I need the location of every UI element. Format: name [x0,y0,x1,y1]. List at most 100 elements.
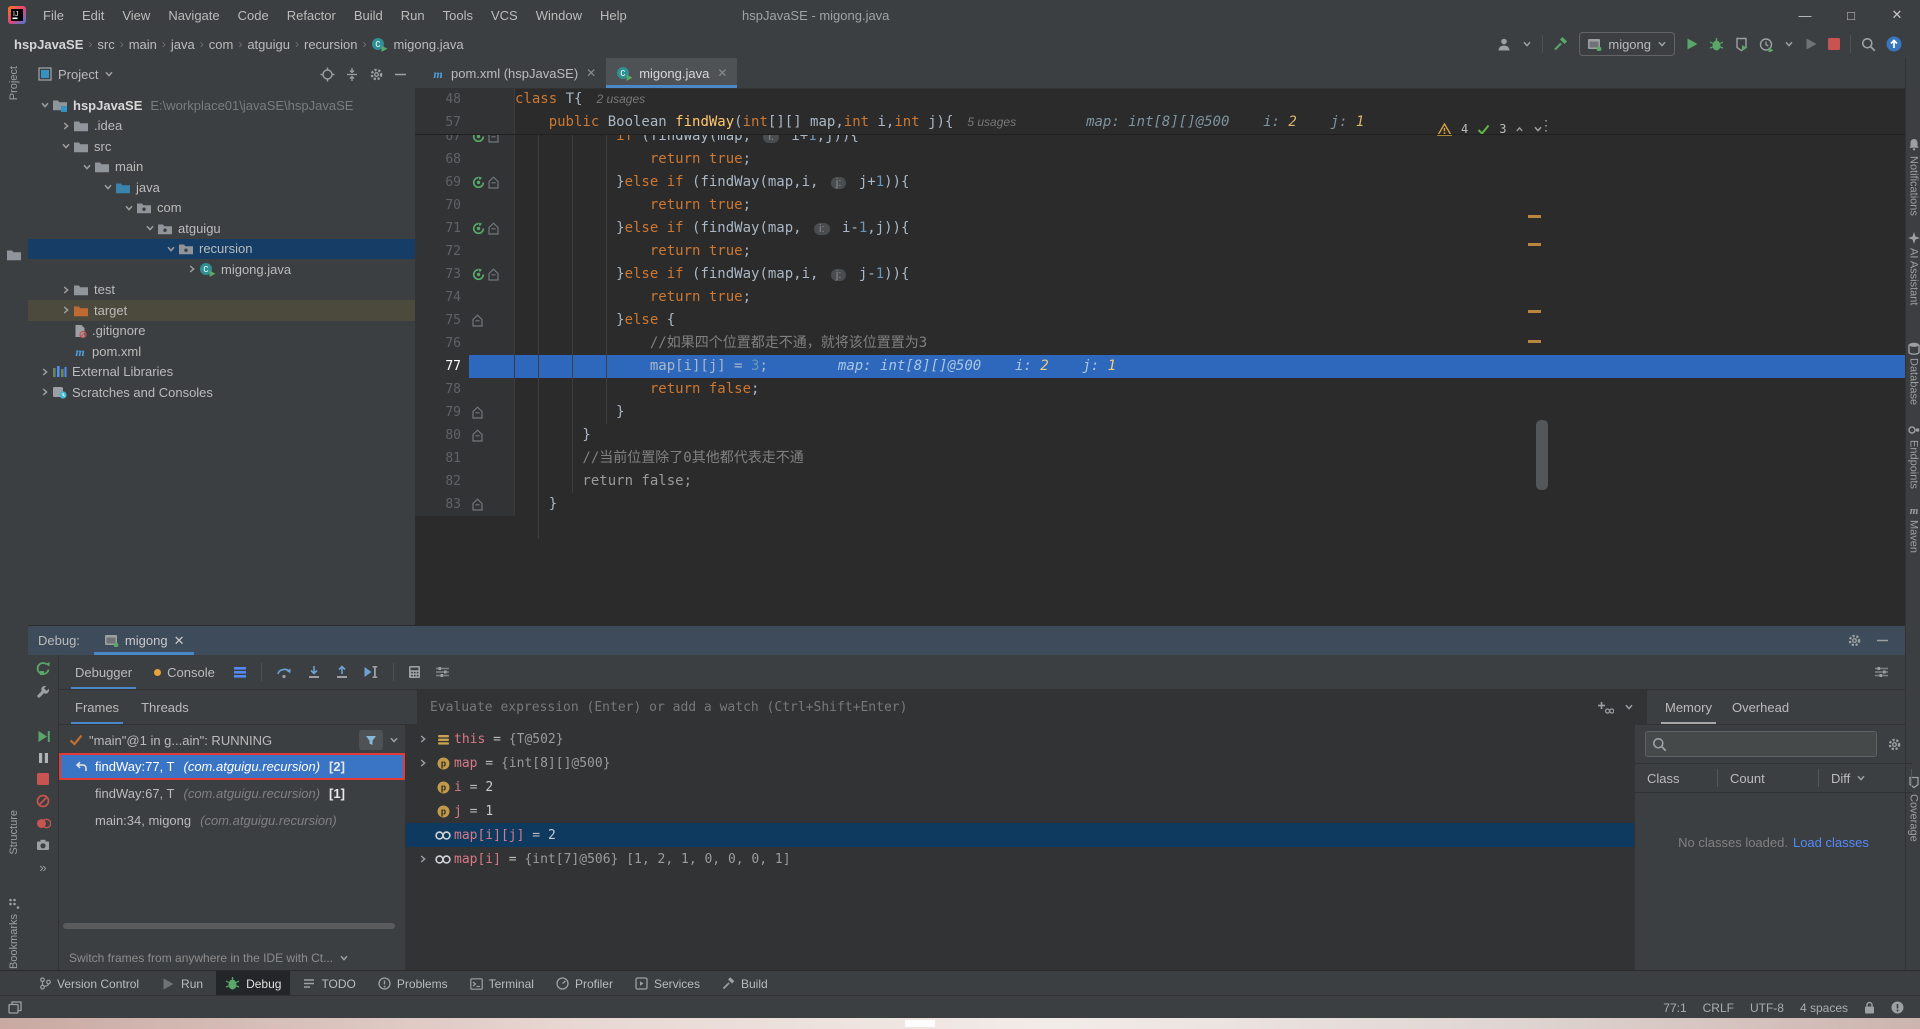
fold-region-icon[interactable] [472,314,483,327]
variable-row-j[interactable]: pj = 1 [406,799,1634,823]
add-watch-icon[interactable] [1597,701,1614,714]
debug-session-tab[interactable]: migong ✕ [94,626,195,655]
frame-row-3[interactable]: main:34, migong(com.atguigu.recursion) [59,807,405,834]
line-number[interactable]: 74 [415,286,469,309]
tree-item-src[interactable]: src [28,136,415,157]
line-number[interactable]: 81 [415,447,469,470]
close-tab-icon[interactable]: ✕ [586,66,596,80]
code-area[interactable]: 48class T{2 usages57public Boolean findW… [415,88,1905,625]
menu-code[interactable]: Code [229,0,278,30]
frame-row-2[interactable]: findWay:67, T(com.atguigu.recursion)[1] [59,780,405,807]
chevron-down-icon[interactable] [80,162,94,172]
chevron-right-icon[interactable] [185,264,199,274]
menu-build[interactable]: Build [345,0,392,30]
settings-wrench-icon[interactable] [36,685,50,699]
tree-item-migong.java[interactable]: Cmigong.java [28,259,415,280]
menu-file[interactable]: File [34,0,73,30]
line-number[interactable]: 68 [415,148,469,171]
chevron-down-icon[interactable] [389,735,399,745]
dismiss-hint-icon[interactable] [339,953,349,963]
evaluate-expression-bar[interactable]: Evaluate expression (Enter) or add a wat… [418,690,1647,724]
locate-icon[interactable] [320,67,335,82]
layout-icon[interactable] [233,666,247,678]
chevron-down-icon[interactable] [38,100,52,110]
variable-row-i[interactable]: pi = 2 [406,775,1634,799]
breadcrumb-item-hspJavaSE[interactable]: hspJavaSE [14,37,83,52]
thread-selector[interactable]: "main"@1 in g...ain": RUNNING [59,727,405,753]
stripe-bookmarks[interactable]: Bookmarks [0,914,28,969]
toolwindow-button-problems[interactable]: Problems [369,971,457,996]
stripe-ai-assistant[interactable]: AI Assistant [1906,248,1920,305]
tree-item-test[interactable]: test [28,280,415,301]
tree-item-.idea[interactable]: .idea [28,116,415,137]
layout-settings-icon[interactable] [435,666,450,678]
menu-help[interactable]: Help [591,0,636,30]
breadcrumb-item-migong.java[interactable]: Cmigong.java [371,37,463,52]
breadcrumb-item-atguigu[interactable]: atguigu [247,37,290,52]
menu-refactor[interactable]: Refactor [278,0,345,30]
line-number[interactable]: 82 [415,470,469,493]
line-number[interactable]: 75 [415,309,469,332]
chevron-down-icon[interactable] [143,223,157,233]
memory-column-diff[interactable]: Diff [1819,769,1912,787]
line-number[interactable]: 57 [415,111,469,134]
rerun-gray-icon[interactable] [1804,37,1818,51]
menu-tools[interactable]: Tools [434,0,482,30]
minimize-button[interactable]: ― [1782,0,1828,30]
variable-row-map[interactable]: pmap = {int[8][]@500} [406,751,1634,775]
fold-region-icon[interactable] [472,498,483,511]
user-icon[interactable] [1497,37,1512,52]
line-number[interactable]: 83 [415,493,469,516]
close-session-icon[interactable]: ✕ [174,633,185,649]
status-4-spaces[interactable]: 4 spaces [1800,1001,1848,1015]
build-hammer-icon[interactable] [1553,36,1569,52]
breadcrumb-item-recursion[interactable]: recursion [304,37,357,52]
breadcrumb-item-src[interactable]: src [97,37,114,52]
restore-layout-icon[interactable] [1874,666,1889,678]
chevron-right-icon[interactable] [414,854,432,864]
tab-debugger[interactable]: Debugger [71,655,136,689]
toolwindow-button-run[interactable]: Run [152,971,212,996]
tab-threads[interactable]: Threads [137,690,193,724]
status-77-1[interactable]: 77:1 [1663,1001,1686,1015]
menu-vcs[interactable]: VCS [482,0,527,30]
stop-icon[interactable] [37,773,49,785]
fold-region-icon[interactable] [488,222,499,235]
stripe-maven[interactable]: Maven [1906,520,1920,553]
memory-column-count[interactable]: Count [1718,769,1819,787]
tab-memory[interactable]: Memory [1657,690,1720,724]
chevron-right-icon[interactable] [414,734,432,744]
editor-tab-migong.java[interactable]: Cmigong.java✕ [606,58,737,88]
toolwindow-button-todo[interactable]: TODO [294,971,364,996]
tree-item-main[interactable]: main [28,157,415,178]
menu-run[interactable]: Run [392,0,434,30]
line-number[interactable]: 48 [415,88,469,111]
run-to-cursor-icon[interactable] [363,665,379,679]
variable-row-map[i][j][interactable]: map[i][j] = 2 [406,823,1634,847]
fold-region-icon[interactable] [488,268,499,281]
window-stack-icon[interactable] [8,1001,22,1014]
chevron-right-icon[interactable] [38,367,52,377]
tree-item-java[interactable]: java [28,177,415,198]
stripe-notifications[interactable]: Notifications [1906,156,1920,216]
fold-region-icon[interactable] [472,429,483,442]
stripe-database[interactable]: Database [1906,358,1920,405]
notifications-icon[interactable] [1891,1001,1904,1014]
tree-item-atguigu[interactable]: atguigu [28,218,415,239]
breadcrumb-item-com[interactable]: com [209,37,234,52]
line-number[interactable]: 77 [415,355,469,378]
tab-console[interactable]: Console [150,655,219,689]
tree-item-ExternalLibraries[interactable]: External Libraries [28,362,415,383]
line-number[interactable]: 72 [415,240,469,263]
menu-navigate[interactable]: Navigate [159,0,228,30]
line-number[interactable]: 73 [415,263,469,286]
run-config-selector[interactable]: migong [1579,32,1675,56]
step-over-icon[interactable] [276,665,293,679]
usages-hint[interactable]: 2 usages [596,88,645,111]
menu-edit[interactable]: Edit [73,0,113,30]
memory-settings-icon[interactable] [1887,737,1902,752]
view-breakpoints-icon[interactable] [36,794,50,808]
tree-item-target[interactable]: target [28,300,415,321]
line-number[interactable]: 76 [415,332,469,355]
fold-region-icon[interactable] [488,134,499,143]
